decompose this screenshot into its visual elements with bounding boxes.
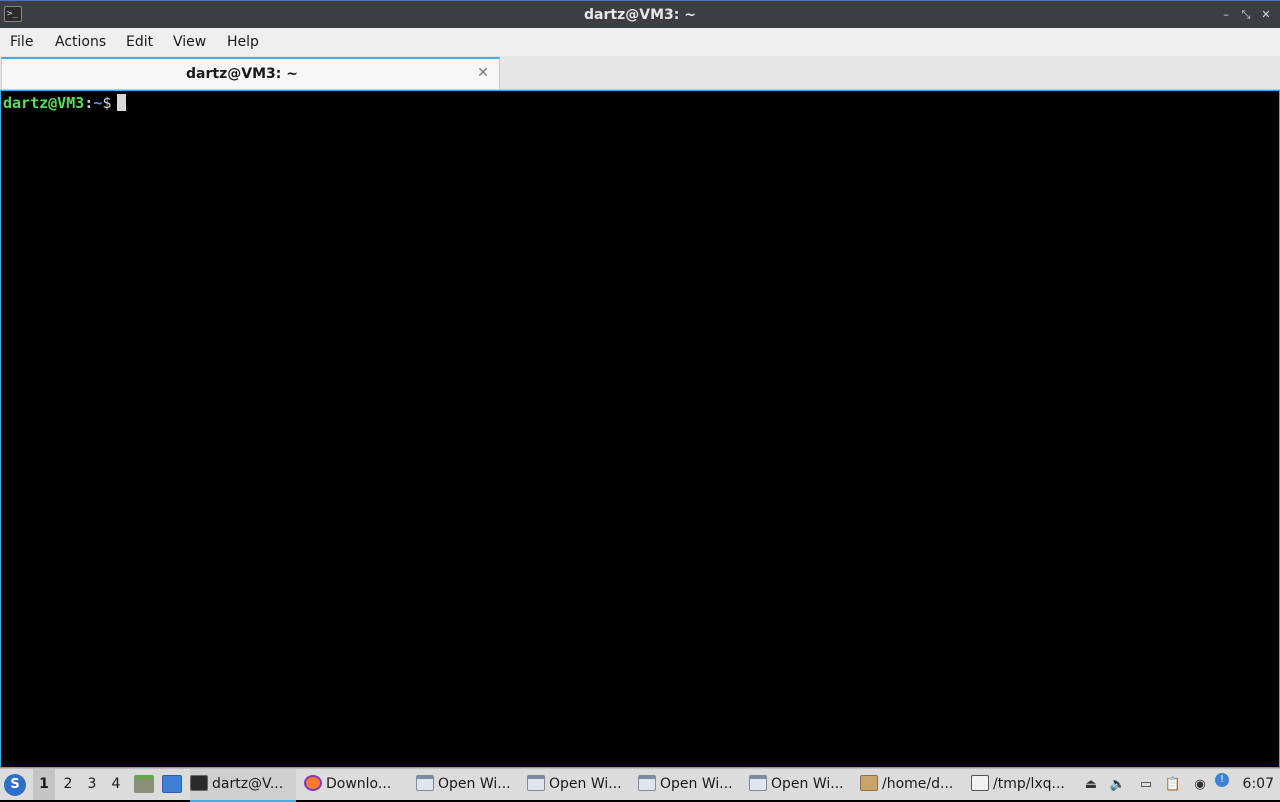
minimize-button[interactable]: – — [1218, 7, 1234, 23]
task-label: Open Wi... — [438, 776, 511, 792]
task-label: Open Wi... — [549, 776, 622, 792]
window-icon — [638, 775, 656, 791]
network-icon[interactable]: ▭ — [1137, 776, 1155, 794]
notification-icon[interactable]: ! — [1215, 773, 1229, 787]
tab-bar: dartz@VM3: ~ ✕ — [0, 56, 1280, 90]
task-label: /home/d... — [882, 776, 954, 792]
menu-help[interactable]: Help — [227, 28, 259, 56]
window-icon — [527, 775, 545, 791]
menu-bar: File Actions Edit View Help — [0, 28, 1280, 56]
start-menu-icon[interactable]: S — [4, 774, 26, 796]
firefox-icon — [304, 775, 322, 791]
close-button[interactable]: ✕ — [1258, 7, 1274, 23]
window-icon — [749, 775, 767, 791]
desktop-1-button[interactable]: 1 — [33, 769, 55, 800]
task-open-window-3[interactable]: Open Wi... — [638, 769, 742, 800]
update-icon[interactable]: ◉ — [1191, 776, 1209, 794]
menu-file[interactable]: File — [10, 28, 33, 56]
show-desktop-icon[interactable] — [162, 775, 182, 793]
clipboard-icon[interactable]: 📋 — [1164, 776, 1182, 794]
task-label: Open Wi... — [771, 776, 844, 792]
task-text-editor[interactable]: /tmp/lxq... — [971, 769, 1075, 800]
prompt-path: ~ — [93, 94, 103, 112]
prompt-separator: : — [84, 94, 94, 112]
volume-icon[interactable]: 🔈 — [1109, 776, 1127, 794]
menu-edit[interactable]: Edit — [126, 28, 153, 56]
task-label: dartz@V... — [212, 776, 284, 792]
text-editor-icon — [971, 775, 989, 791]
desktop-4-button[interactable]: 4 — [105, 769, 127, 800]
taskbar: S 1 2 3 4 dartz@V... Downlo... Open Wi..… — [0, 768, 1280, 802]
desktop-2-button[interactable]: 2 — [57, 769, 79, 800]
tab-label: dartz@VM3: ~ — [186, 66, 298, 82]
task-open-window-4[interactable]: Open Wi... — [749, 769, 853, 800]
eject-icon[interactable]: ⏏ — [1082, 776, 1100, 794]
task-terminal[interactable]: dartz@V... — [190, 769, 296, 802]
terminal-window: >_ dartz@VM3: ~ – ⤡ ✕ File Actions Edit … — [0, 0, 1280, 768]
tab-terminal[interactable]: dartz@VM3: ~ ✕ — [1, 57, 500, 89]
prompt-line: dartz@VM3:~$ — [3, 93, 127, 113]
file-manager-icon[interactable] — [134, 775, 154, 793]
task-open-window-2[interactable]: Open Wi... — [527, 769, 631, 800]
title-bar[interactable]: >_ dartz@VM3: ~ – ⤡ ✕ — [0, 0, 1280, 28]
desktop-3-button[interactable]: 3 — [81, 769, 103, 800]
task-open-window-1[interactable]: Open Wi... — [416, 769, 520, 800]
terminal-icon — [190, 775, 208, 791]
close-tab-icon[interactable]: ✕ — [475, 65, 491, 81]
menu-view[interactable]: View — [173, 28, 206, 56]
clock[interactable]: 6:07 — [1243, 769, 1274, 800]
task-label: Downlo... — [326, 776, 392, 792]
task-firefox[interactable]: Downlo... — [304, 769, 408, 800]
task-folder[interactable]: /home/d... — [860, 769, 964, 800]
window-icon — [416, 775, 434, 791]
task-label: /tmp/lxq... — [993, 776, 1065, 792]
prompt-user-host: dartz@VM3 — [3, 94, 85, 112]
window-title: dartz@VM3: ~ — [584, 7, 696, 23]
prompt-dollar: $ — [102, 94, 112, 112]
text-cursor — [117, 94, 127, 111]
maximize-button[interactable]: ⤡ — [1238, 7, 1254, 23]
menu-actions[interactable]: Actions — [55, 28, 106, 56]
task-label: Open Wi... — [660, 776, 733, 792]
folder-icon — [860, 775, 878, 791]
terminal-area[interactable]: dartz@VM3:~$ — [0, 90, 1280, 768]
